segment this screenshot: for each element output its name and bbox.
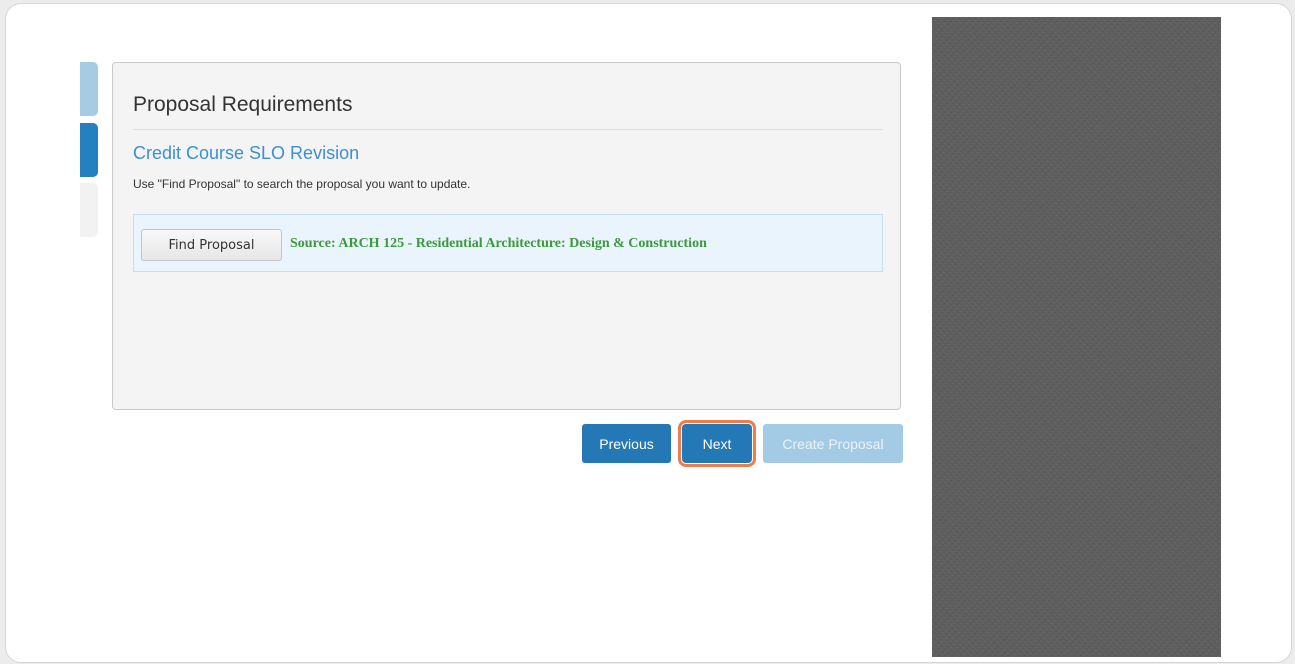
proposal-requirements-panel: Proposal Requirements Credit Course SLO … [112, 62, 901, 410]
help-text: Use "Find Proposal" to search the propos… [133, 177, 471, 191]
next-button[interactable]: Next [678, 420, 756, 467]
find-proposal-button[interactable]: Find Proposal [141, 229, 282, 261]
wizard-step-tab-active[interactable] [80, 123, 98, 177]
proposal-type-heading: Credit Course SLO Revision [133, 143, 360, 163]
source-proposal-text: Source: ARCH 125 - Residential Architect… [290, 236, 707, 251]
wizard-step-tab-completed[interactable] [80, 62, 98, 116]
previous-button[interactable]: Previous [582, 424, 671, 463]
wizard-step-tab-pending[interactable] [80, 183, 98, 237]
find-proposal-box: Find Proposal Source: ARCH 125 - Residen… [133, 214, 883, 272]
screen-frame: Proposal Requirements Credit Course SLO … [5, 3, 1292, 663]
panel-title: Proposal Requirements [133, 93, 353, 116]
create-proposal-button[interactable]: Create Proposal [763, 424, 903, 463]
decorative-side-image [932, 17, 1221, 657]
panel-divider [133, 129, 882, 130]
